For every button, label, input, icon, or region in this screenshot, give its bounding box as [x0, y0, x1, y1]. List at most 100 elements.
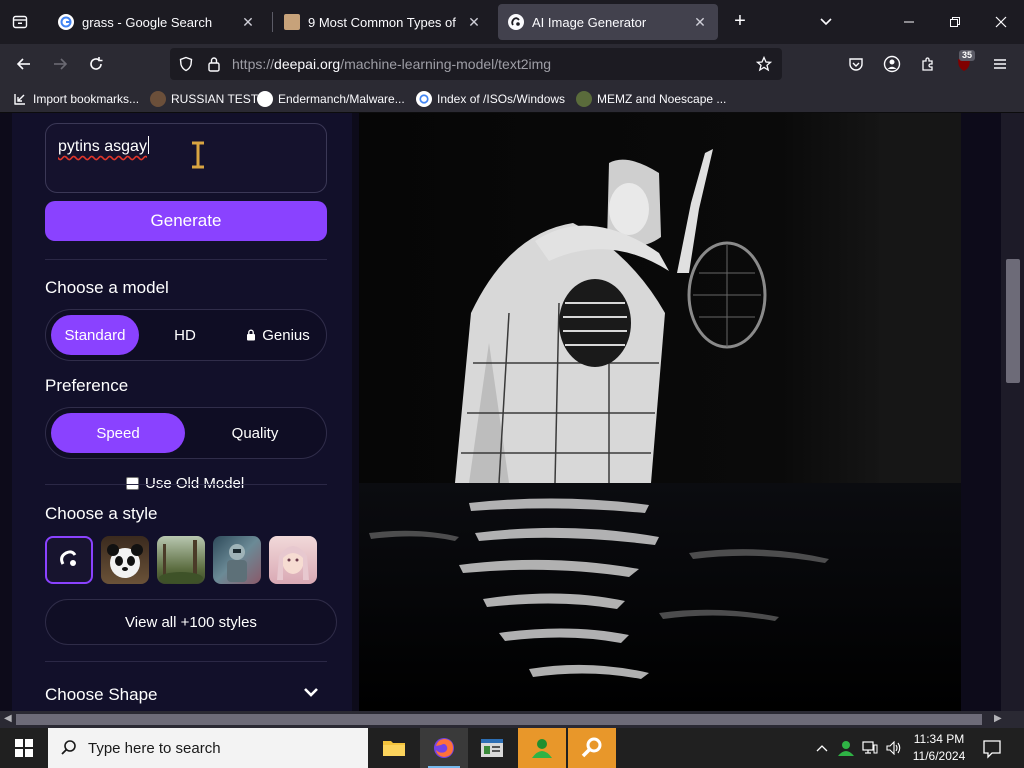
file-explorer-icon [383, 741, 405, 756]
bookmark-endermanch[interactable]: Endermanch/Malware... [257, 89, 405, 109]
search-icon [61, 740, 76, 755]
preference-option-speed[interactable]: Speed [51, 413, 185, 453]
style-thumb-robot[interactable] [213, 536, 261, 584]
network-icon[interactable] [860, 738, 880, 758]
taskbar-search-app[interactable] [568, 728, 616, 768]
extension-badge: 35 [959, 50, 976, 61]
scrollbar-thumb[interactable] [1006, 259, 1020, 383]
panda-style-image [107, 544, 143, 578]
start-button[interactable] [0, 728, 48, 768]
firefox-view-icon [12, 15, 28, 29]
tray-app-icon[interactable] [836, 738, 856, 758]
style-thumb-default[interactable] [45, 536, 93, 584]
minimize-button[interactable] [886, 0, 932, 44]
url-text: https://deepai.org/machine-learning-mode… [232, 56, 551, 72]
robot-style-image [227, 544, 247, 582]
shape-heading[interactable]: Choose Shape [45, 685, 157, 705]
style-thumb-panda[interactable] [101, 536, 149, 584]
bookmark-label: MEMZ and Noescape ... [597, 92, 727, 106]
restore-button[interactable] [932, 0, 978, 44]
close-tab-icon[interactable]: ✕ [240, 14, 256, 31]
chevron-down-icon[interactable] [302, 685, 320, 699]
lock-icon[interactable] [204, 54, 224, 74]
pocket-button[interactable] [842, 50, 870, 78]
bookmark-label: Endermanch/Malware... [278, 92, 405, 106]
close-window-button[interactable] [978, 0, 1024, 44]
deepai-icon [508, 14, 524, 30]
prompt-textarea[interactable]: pytins asgay [45, 123, 327, 193]
taskbar-app-2[interactable] [518, 728, 566, 768]
taskbar-clock[interactable]: 11:34 PM 11/6/2024 [906, 731, 972, 765]
generator-sidebar: pytins asgay Generate Choose a model Sta… [12, 113, 352, 711]
volume-icon[interactable] [884, 738, 904, 758]
divider [45, 484, 327, 485]
minimize-icon [904, 21, 914, 23]
clock-time: 11:34 PM [913, 732, 965, 746]
view-all-styles-button[interactable]: View all +100 styles [45, 599, 337, 645]
reload-button[interactable] [82, 50, 110, 78]
style-thumb-portrait[interactable] [269, 536, 317, 584]
google-icon [416, 91, 432, 107]
google-icon [58, 14, 74, 30]
chevron-up-icon [816, 745, 828, 752]
close-tab-icon[interactable]: ✕ [692, 14, 708, 31]
close-icon [995, 16, 1007, 28]
scroll-left-arrow-icon[interactable]: ◀ [4, 713, 12, 724]
bookmark-star-icon[interactable] [754, 54, 774, 74]
model-option-genius[interactable]: Genius [236, 315, 320, 355]
page-right-margin [961, 113, 1001, 711]
model-option-label: Genius [262, 326, 310, 344]
style-thumb-forest[interactable] [157, 536, 205, 584]
url-path: /machine-learning-model/text2img [340, 56, 552, 72]
windows-taskbar: Type here to search 11:34 PM 11/6/2024 [0, 728, 1024, 768]
taskbar-app[interactable] [468, 728, 516, 768]
app-menu-button[interactable] [986, 50, 1014, 78]
pocket-icon [849, 58, 863, 71]
back-button[interactable] [10, 50, 38, 78]
notification-center-button[interactable] [980, 736, 1004, 760]
account-icon [883, 55, 901, 73]
tab-grass-types[interactable]: 9 Most Common Types of Grass ✕ [274, 4, 492, 40]
horizontal-scrollbar[interactable]: ◀ ▶ [0, 711, 1024, 728]
address-bar[interactable]: https://deepai.org/machine-learning-mode… [170, 48, 782, 80]
show-hidden-icons-button[interactable] [812, 738, 832, 758]
close-tab-icon[interactable]: ✕ [466, 14, 482, 31]
new-tab-button[interactable]: + [728, 10, 752, 34]
account-button[interactable] [878, 50, 906, 78]
github-icon [257, 91, 273, 107]
taskbar-search-box[interactable]: Type here to search [48, 728, 368, 768]
bookmark-isos-windows[interactable]: Index of /ISOs/Windows [416, 89, 565, 109]
reload-icon [90, 57, 103, 70]
taskbar-file-explorer[interactable] [370, 728, 418, 768]
forward-button[interactable] [46, 50, 74, 78]
model-option-hd[interactable]: HD [142, 315, 228, 355]
bookmark-russian-test[interactable]: RUSSIAN TEST [150, 89, 258, 109]
extensions-button[interactable] [914, 50, 942, 78]
bookmark-import[interactable]: Import bookmarks... [12, 89, 139, 109]
tab-label: 9 Most Common Types of Grass [308, 14, 460, 30]
bookmark-label: Index of /ISOs/Windows [437, 92, 566, 106]
windows-logo-icon [15, 739, 33, 757]
tab-ai-image-generator[interactable]: AI Image Generator ✕ [498, 4, 718, 40]
generate-button[interactable]: Generate [45, 201, 327, 241]
scrollbar-thumb[interactable] [16, 714, 982, 725]
preference-option-quality[interactable]: Quality [188, 413, 322, 453]
bookmark-memz[interactable]: MEMZ and Noescape ... [576, 89, 726, 109]
bookmarks-toolbar: Import bookmarks... RUSSIAN TEST Enderma… [0, 84, 1024, 113]
puzzle-icon [922, 57, 933, 71]
model-option-standard[interactable]: Standard [51, 315, 139, 355]
url-scheme: https:// [232, 56, 275, 72]
taskbar-firefox[interactable] [420, 728, 468, 768]
portrait-style-image [277, 546, 309, 580]
list-all-tabs-button[interactable] [814, 10, 838, 34]
tracking-protection-shield-icon[interactable] [176, 54, 196, 74]
model-selector: Standard HD Genius [45, 309, 327, 361]
forest-style-image [159, 540, 203, 584]
arrow-left-icon [16, 58, 30, 70]
arrow-right-icon [54, 58, 68, 70]
firefox-view-button[interactable] [4, 8, 36, 36]
scroll-right-arrow-icon[interactable]: ▶ [994, 713, 1002, 724]
tab-google-search[interactable]: grass - Google Search ✕ [48, 4, 266, 40]
bookmark-label: RUSSIAN TEST [171, 92, 259, 106]
vertical-scrollbar[interactable] [1001, 113, 1024, 711]
